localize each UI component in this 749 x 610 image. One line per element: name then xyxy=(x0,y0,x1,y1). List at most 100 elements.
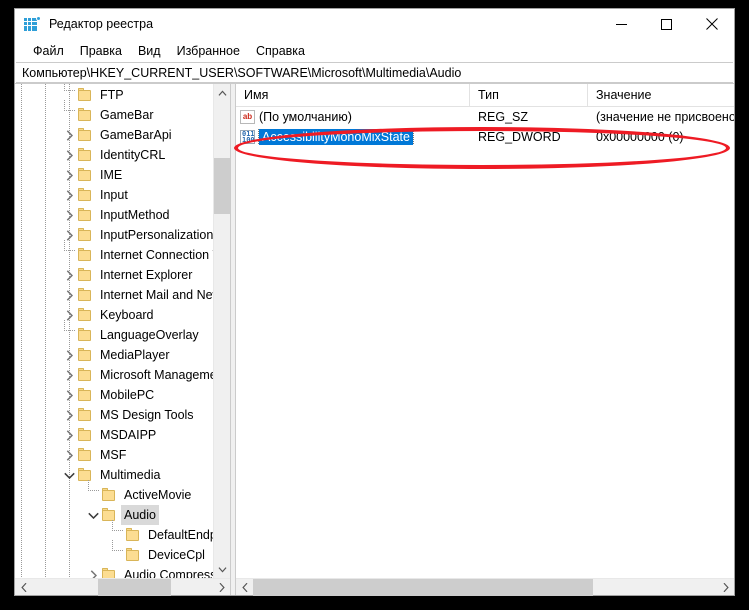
tree-item-label: LanguageOverlay xyxy=(100,328,199,342)
tree-scroll-left-button[interactable] xyxy=(15,579,32,596)
column-header-value[interactable]: Значение xyxy=(588,84,734,106)
list-horizontal-thumb[interactable] xyxy=(253,578,593,596)
menu-item-view[interactable]: Вид xyxy=(130,42,169,60)
address-path: Компьютер\HKEY_CURRENT_USER\SOFTWARE\Mic… xyxy=(22,65,462,80)
chevron-right-icon[interactable] xyxy=(61,145,77,165)
value-name-cell[interactable]: 011 100 AccessibilityMonoMixState xyxy=(236,129,470,145)
chevron-right-icon[interactable] xyxy=(61,205,77,225)
chevron-right-icon[interactable] xyxy=(61,405,77,425)
value-name: AccessibilityMonoMixState xyxy=(258,129,414,145)
tree-item-label: FTP xyxy=(100,88,124,102)
address-bar[interactable]: Компьютер\HKEY_CURRENT_USER\SOFTWARE\Mic… xyxy=(16,62,733,83)
minimize-button[interactable] xyxy=(599,9,644,39)
menu-item-file[interactable]: Файл xyxy=(25,42,72,60)
menu-bar: Файл Правка Вид Избранное Справка xyxy=(15,39,734,62)
registry-editor-icon xyxy=(24,16,41,32)
chevron-right-icon[interactable] xyxy=(61,265,77,285)
menu-item-favorites[interactable]: Избранное xyxy=(169,42,248,60)
tree-item-internet-mail-and-news[interactable]: Internet Mail and News xyxy=(15,285,213,305)
folder-icon xyxy=(77,248,93,262)
folder-icon xyxy=(101,568,117,578)
chevron-right-icon[interactable] xyxy=(61,365,77,385)
tree-item-ms-design-tools[interactable]: MS Design Tools xyxy=(15,405,213,425)
value-data-cell: (значение не присвоено) xyxy=(596,110,734,124)
value-name: (По умолчанию) xyxy=(259,110,352,124)
tree-item-label: InputMethod xyxy=(100,208,170,222)
tree-item-inputpersonalization[interactable]: InputPersonalization xyxy=(15,225,213,245)
list-scroll-left-button[interactable] xyxy=(236,579,253,596)
chevron-right-icon[interactable] xyxy=(61,125,77,145)
tree-item-keyboard[interactable]: Keyboard xyxy=(15,305,213,325)
tree-item-mediaplayer[interactable]: MediaPlayer xyxy=(15,345,213,365)
tree-item-internet-connection-wi[interactable]: Internet Connection Wi xyxy=(15,240,213,265)
chevron-down-icon[interactable] xyxy=(85,505,101,525)
folder-icon xyxy=(77,388,93,402)
column-header-name[interactable]: Имя xyxy=(236,84,470,106)
tree-item-audio-compression[interactable]: Audio Compression xyxy=(15,565,213,578)
tree-item-ime[interactable]: IME xyxy=(15,165,213,185)
chevron-right-icon[interactable] xyxy=(61,285,77,305)
tree-item-mobilepc[interactable]: MobilePC xyxy=(15,385,213,405)
tree-vertical-track[interactable] xyxy=(214,101,230,561)
tree-item-label: GameBarApi xyxy=(100,128,172,142)
list-horizontal-track[interactable] xyxy=(253,578,717,596)
tree-item-label: Internet Explorer xyxy=(100,268,193,282)
chevron-down-icon[interactable] xyxy=(61,465,77,485)
tree-vertical-scrollbar[interactable] xyxy=(213,84,230,578)
registry-editor-window: Редактор реестра Файл Правка Вид Избранн… xyxy=(14,8,735,596)
values-column-header: Имя Тип Значение xyxy=(236,84,734,107)
tree-item-languageoverlay[interactable]: LanguageOverlay xyxy=(15,320,213,345)
tree-item-microsoft-management[interactable]: Microsoft Management xyxy=(15,365,213,385)
tree-scroll-right-button[interactable] xyxy=(213,579,230,596)
tree-item-inputmethod[interactable]: InputMethod xyxy=(15,205,213,225)
tree-vertical-thumb[interactable] xyxy=(214,158,230,214)
value-name-cell[interactable]: ab (По умолчанию) xyxy=(236,110,470,124)
list-scroll-right-button[interactable] xyxy=(717,579,734,596)
tree-item-activemovie[interactable]: ActiveMovie xyxy=(15,480,213,505)
tree-item-msdaipp[interactable]: MSDAIPP xyxy=(15,425,213,445)
tree-item-label: MobilePC xyxy=(100,388,155,402)
tree-item-label: InputPersonalization xyxy=(100,228,213,242)
window-title: Редактор реестра xyxy=(49,17,154,31)
tree-item-ftp[interactable]: FTP xyxy=(15,84,213,105)
folder-icon xyxy=(77,148,93,162)
chevron-right-icon[interactable] xyxy=(61,425,77,445)
tree-item-devicecpl[interactable]: DeviceCpl xyxy=(15,540,213,565)
tree-item-msf[interactable]: MSF xyxy=(15,445,213,465)
tree-item-internet-explorer[interactable]: Internet Explorer xyxy=(15,265,213,285)
tree-horizontal-track[interactable] xyxy=(32,578,213,596)
value-row[interactable]: ab (По умолчанию) REG_SZ (значение не присв… xyxy=(236,107,734,127)
tree-item-label: Multimedia xyxy=(100,468,161,482)
tree-item-identitycrl[interactable]: IdentityCRL xyxy=(15,145,213,165)
tree-item-label: IME xyxy=(100,168,123,182)
tree-item-label: Microsoft Management xyxy=(100,368,213,382)
column-header-type[interactable]: Тип xyxy=(470,84,588,106)
tree-horizontal-scrollbar[interactable] xyxy=(15,578,230,596)
tree-item-gamebarapi[interactable]: GameBarApi xyxy=(15,125,213,145)
folder-icon xyxy=(77,88,93,102)
chevron-right-icon[interactable] xyxy=(61,165,77,185)
chevron-right-icon[interactable] xyxy=(61,385,77,405)
chevron-right-icon[interactable] xyxy=(61,345,77,365)
tree-scroll-up-button[interactable] xyxy=(214,84,230,101)
tree-item-gamebar[interactable]: GameBar xyxy=(15,100,213,125)
tree-item-label: Keyboard xyxy=(100,308,154,322)
folder-icon xyxy=(125,548,141,562)
menu-item-edit[interactable]: Правка xyxy=(72,42,130,60)
menu-item-help[interactable]: Справка xyxy=(248,42,313,60)
maximize-button[interactable] xyxy=(644,9,689,39)
chevron-right-icon[interactable] xyxy=(61,445,77,465)
tree-horizontal-thumb[interactable] xyxy=(98,578,171,596)
chevron-right-icon[interactable] xyxy=(61,185,77,205)
tree-scroll-down-button[interactable] xyxy=(214,561,230,578)
registry-tree[interactable]: FTP GameBar GameBarApi IdentityCRL IME Input I… xyxy=(15,84,213,578)
value-row[interactable]: 011 100 AccessibilityMonoMixState REG_DWORD… xyxy=(236,127,734,147)
tree-item-multimedia[interactable]: Multimedia xyxy=(15,465,213,485)
chevron-right-icon[interactable] xyxy=(85,565,101,578)
value-type-cell: REG_DWORD xyxy=(478,130,561,144)
tree-item-label: MS Design Tools xyxy=(100,408,194,422)
tree-item-input[interactable]: Input xyxy=(15,185,213,205)
list-horizontal-scrollbar[interactable] xyxy=(236,578,734,596)
close-button[interactable] xyxy=(689,9,734,39)
values-list[interactable]: ab (По умолчанию) REG_SZ (значение не присв… xyxy=(236,107,734,578)
